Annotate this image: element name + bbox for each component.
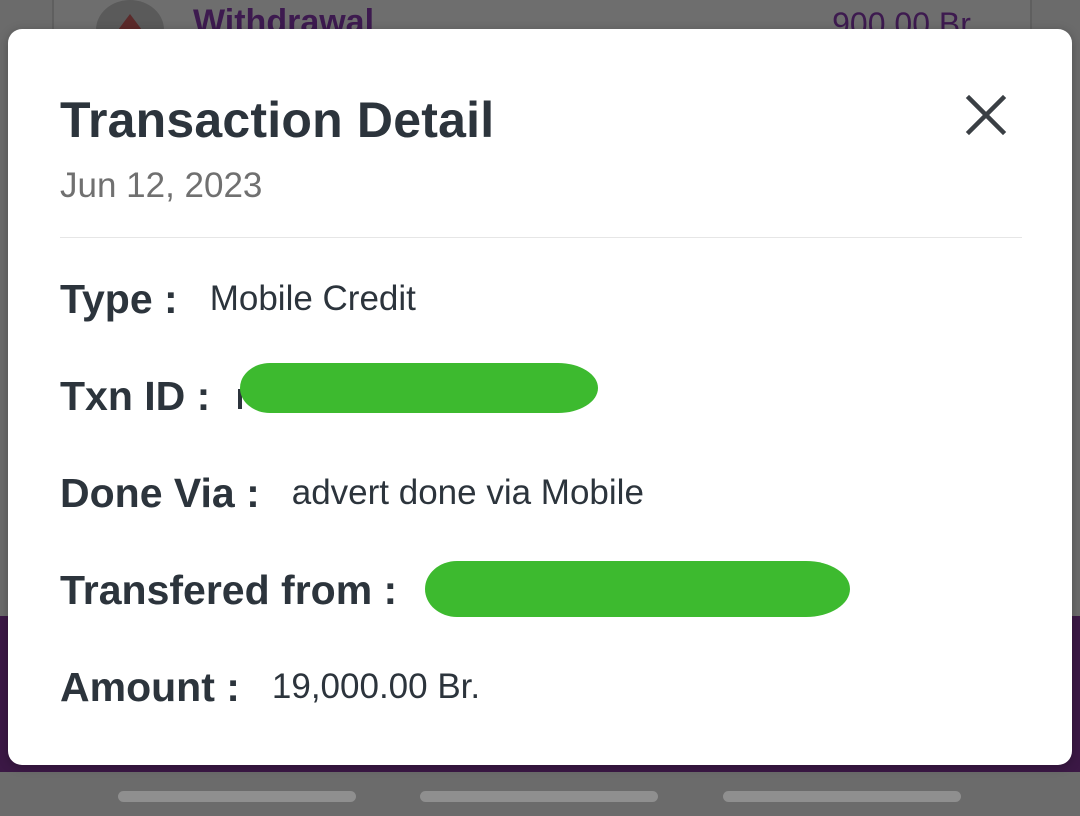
header-divider (60, 237, 1022, 238)
detail-row-type: Type : Mobile Credit (60, 274, 416, 324)
txn-id-label: Txn ID : (60, 373, 211, 419)
close-button[interactable] (958, 87, 1018, 147)
withdrawal-arrow-icon (118, 14, 142, 30)
type-label: Type : (60, 276, 178, 322)
detail-row-transfered-from: Transfered from : (60, 565, 429, 615)
detail-row-amount: Amount : 19,000.00 Br. (60, 662, 480, 712)
nav-indicator-center (420, 791, 658, 802)
amount-value: 19,000.00 Br. (271, 667, 481, 706)
transaction-detail-dialog: Transaction Detail Jun 12, 2023 Type : M… (8, 29, 1072, 765)
detail-row-txn-id: Txn ID : (60, 371, 242, 421)
close-icon (965, 94, 1007, 136)
nav-indicator-left (118, 791, 356, 802)
nav-indicator-right (723, 791, 961, 802)
transfered-from-redaction (425, 561, 850, 617)
type-value: Mobile Credit (209, 279, 416, 318)
done-via-label: Done Via : (60, 470, 260, 516)
done-via-value: advert done via Mobile (291, 473, 644, 512)
dialog-title: Transaction Detail (60, 92, 495, 148)
transfered-from-label: Transfered from : (60, 567, 398, 613)
transaction-date: Jun 12, 2023 (60, 166, 263, 205)
txn-id-redaction (240, 363, 598, 413)
amount-label: Amount : (60, 664, 240, 710)
detail-row-done-via: Done Via : advert done via Mobile (60, 468, 644, 518)
